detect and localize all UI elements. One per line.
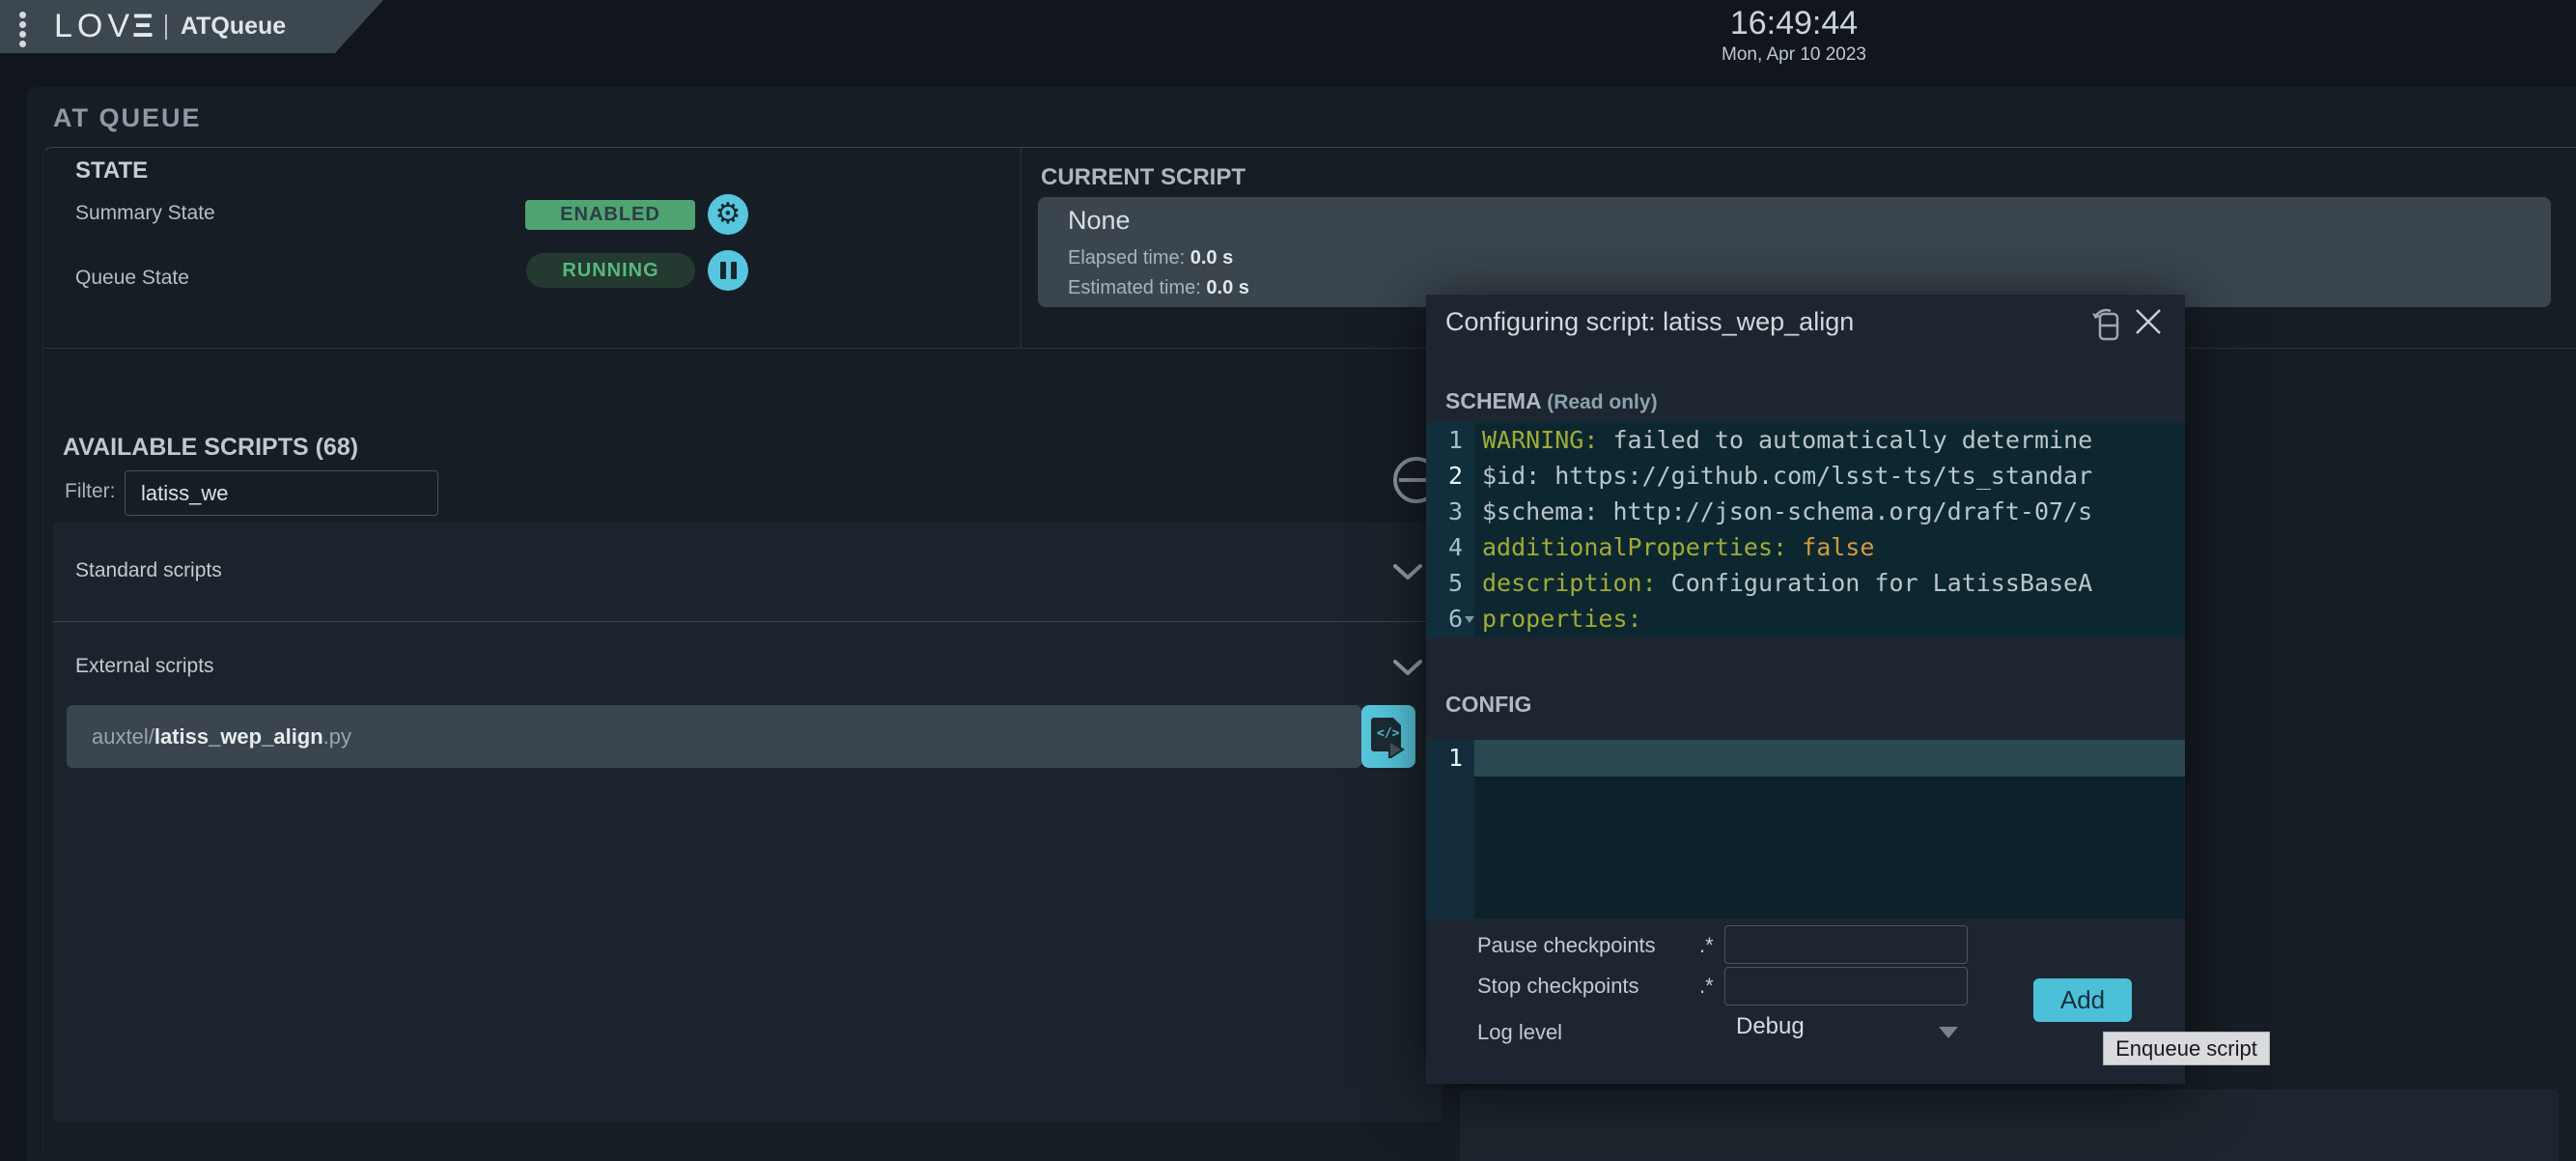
script-extension: .py <box>323 724 351 750</box>
log-level-label: Log level <box>1477 1020 1562 1045</box>
configure-script-button[interactable]: </> <box>1361 705 1415 768</box>
enqueue-script-tooltip: Enqueue script <box>2103 1032 2270 1065</box>
code-line: 5description: Configuration for LatissBa… <box>1426 565 2185 601</box>
atqueue-screen: LOVΞ ATQueue 16:49:44 Mon, Apr 10 2023 A… <box>0 0 2576 1161</box>
app-header: LOVΞ ATQueue <box>0 0 383 53</box>
section-divider <box>42 348 2576 349</box>
current-script-card: None Elapsed time: 0.0 s Estimated time:… <box>1038 197 2551 307</box>
pause-checkpoints-input[interactable] <box>1724 925 1968 964</box>
code-line: 4additionalProperties: false <box>1426 529 2185 565</box>
stop-checkpoints-label: Stop checkpoints <box>1477 974 1639 999</box>
pause-icon <box>720 262 737 279</box>
pause-queue-button[interactable] <box>708 250 748 291</box>
estimated-time: Estimated time: 0.0 s <box>1068 277 1249 299</box>
clock-date: Mon, Apr 10 2023 <box>1649 44 1939 66</box>
script-name: latiss_wep_align <box>154 724 323 750</box>
code-line: 2$id: https://github.com/lsst-ts/ts_stan… <box>1426 458 2185 494</box>
script-list-item[interactable]: auxtel/latiss_wep_align.py <box>67 705 1361 768</box>
state-heading: STATE <box>75 157 148 184</box>
current-script-name: None <box>1068 206 1131 236</box>
code-line: 1 <box>1426 740 2185 777</box>
love-logo: LOVΞ ATQueue <box>54 0 286 53</box>
queue-state-badge: RUNNING <box>526 253 695 288</box>
code-line: 1WARNING: failed to automatically determ… <box>1426 422 2185 458</box>
filter-label: Filter: <box>65 480 116 503</box>
configure-script-modal: Configuring script: latiss_wep_align SCH… <box>1426 295 2185 1084</box>
estimated-time-value: 0.0 s <box>1206 277 1248 298</box>
stop-checkpoints-input[interactable] <box>1724 967 1968 1005</box>
code-line: 3$schema: http://json-schema.org/draft-0… <box>1426 494 2185 529</box>
rotate-layout-icon[interactable] <box>2089 305 2124 342</box>
elapsed-time: Elapsed time: 0.0 s <box>1068 247 1233 269</box>
log-level-select[interactable]: Debug <box>1736 1013 1968 1046</box>
menu-icon[interactable] <box>19 12 26 47</box>
schema-readonly-note: (Read only) <box>1547 391 1657 413</box>
external-scripts-group[interactable]: External scripts <box>75 655 214 678</box>
schema-heading-text: SCHEMA <box>1445 388 1541 413</box>
filter-input[interactable] <box>125 470 438 516</box>
schema-editor[interactable]: 1WARNING: failed to automatically determ… <box>1426 422 2185 637</box>
page-title: AT QUEUE <box>53 103 202 133</box>
brand-e-glyph: Ξ <box>132 8 154 45</box>
queue-state-label: Queue State <box>75 267 189 290</box>
summary-state-badge: ENABLED <box>525 200 695 230</box>
close-icon[interactable] <box>2132 305 2165 338</box>
clock: 16:49:44 Mon, Apr 10 2023 <box>1649 5 1939 66</box>
standard-scripts-group[interactable]: Standard scripts <box>75 559 222 582</box>
brand-text: LOV <box>54 8 134 45</box>
chevron-down-icon[interactable] <box>1393 564 1422 580</box>
estimated-time-label: Estimated time: <box>1068 277 1201 298</box>
scripts-panel: Standard scripts External scripts auxtel… <box>53 523 1442 1121</box>
elapsed-time-value: 0.0 s <box>1190 247 1233 269</box>
schema-heading: SCHEMA (Read only) <box>1445 388 1658 414</box>
script-path-prefix: auxtel/ <box>92 724 154 750</box>
fold-caret-icon[interactable] <box>1465 616 1474 623</box>
summary-state-config-button[interactable]: ⚙ <box>708 194 748 235</box>
select-caret-icon[interactable] <box>1939 1027 1958 1038</box>
brand-separator <box>165 14 167 40</box>
svg-text:</>: </> <box>1377 726 1400 741</box>
group-divider <box>53 621 1442 622</box>
chevron-down-icon[interactable] <box>1393 660 1422 676</box>
available-scripts-heading: AVAILABLE SCRIPTS (68) <box>63 434 358 462</box>
clock-time: 16:49:44 <box>1649 5 1939 42</box>
modal-title: Configuring script: latiss_wep_align <box>1445 307 1854 337</box>
elapsed-time-label: Elapsed time: <box>1068 247 1185 269</box>
config-editor[interactable]: 1 <box>1426 740 2185 919</box>
add-button[interactable]: Add <box>2033 978 2132 1022</box>
gear-icon: ⚙ <box>715 200 742 229</box>
column-divider <box>1021 148 1022 348</box>
summary-state-label: Summary State <box>75 202 215 225</box>
app-title: ATQueue <box>181 13 286 41</box>
pause-checkpoints-regex: .* <box>1699 933 1714 958</box>
config-heading: CONFIG <box>1445 692 1531 718</box>
code-line: 6properties: <box>1426 601 2185 637</box>
current-script-heading: CURRENT SCRIPT <box>1041 164 1246 191</box>
script-launch-icon: </> <box>1370 716 1407 758</box>
stop-checkpoints-regex: .* <box>1699 974 1714 999</box>
pause-checkpoints-label: Pause checkpoints <box>1477 933 1656 958</box>
queue-panel <box>1460 1090 2559 1161</box>
